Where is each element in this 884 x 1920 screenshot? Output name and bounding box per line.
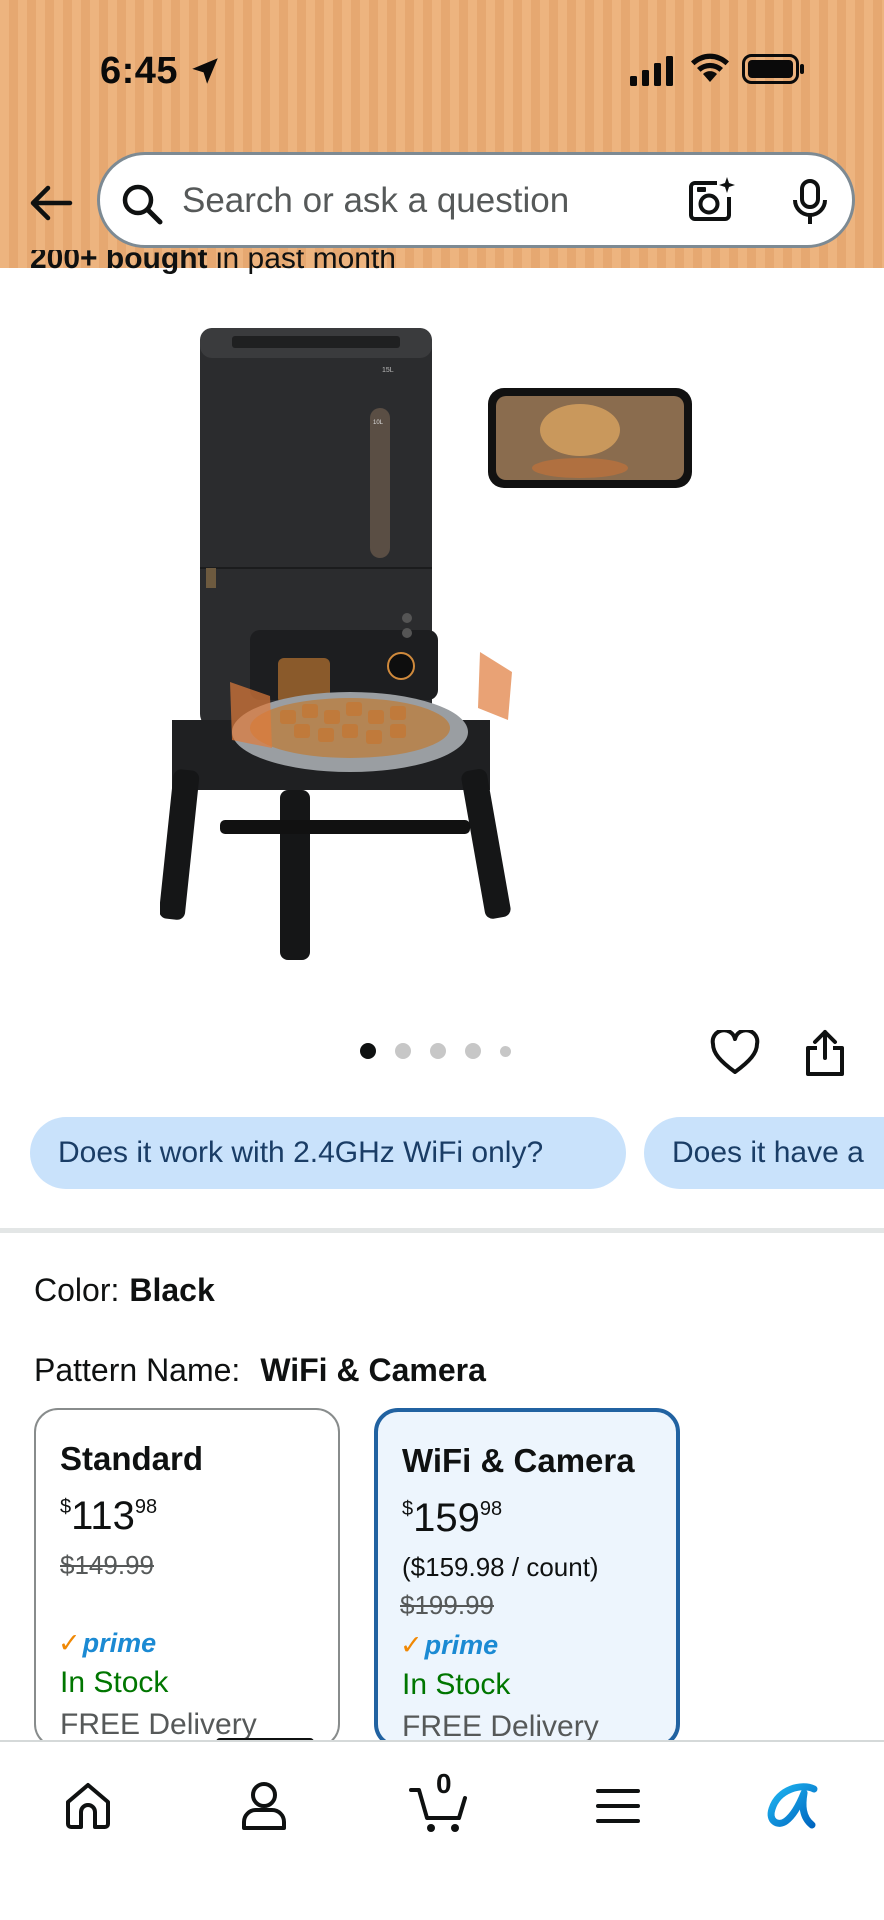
variant-card-wifi-camera[interactable]: WiFi & Camera $15998 ($159.98 / count) $… bbox=[374, 1408, 680, 1748]
question-chip[interactable]: Does it have a bbox=[644, 1117, 884, 1189]
share-icon[interactable] bbox=[800, 1028, 850, 1078]
status-time: 6:45 bbox=[100, 50, 179, 92]
battery-icon bbox=[742, 54, 804, 84]
image-carousel-dots[interactable] bbox=[360, 1043, 511, 1059]
carousel-dot[interactable] bbox=[395, 1043, 411, 1059]
variant-name: Standard bbox=[60, 1440, 204, 1477]
prime-check-icon: ✓ bbox=[58, 1628, 81, 1658]
back-arrow-icon[interactable] bbox=[26, 178, 76, 228]
product-image[interactable]: 15L 10L bbox=[160, 300, 720, 980]
svg-text:10L: 10L bbox=[373, 420, 384, 426]
search-icon bbox=[122, 184, 163, 225]
menu-icon bbox=[596, 1789, 640, 1823]
variant-list-price: $199.99 bbox=[400, 1590, 494, 1620]
bottom-nav: 0 bbox=[0, 1740, 884, 1920]
location-arrow-icon bbox=[192, 58, 218, 84]
color-value: Black bbox=[129, 1272, 215, 1308]
svg-text:15L: 15L bbox=[382, 367, 394, 374]
color-selection: Color: Black bbox=[34, 1272, 215, 1309]
section-divider bbox=[0, 1228, 884, 1233]
nav-account[interactable] bbox=[224, 1766, 304, 1846]
home-icon bbox=[66, 1783, 110, 1829]
variant-name: WiFi & Camera bbox=[402, 1442, 635, 1479]
rufus-icon bbox=[767, 1783, 818, 1829]
delivery-info: FREE Delivery bbox=[402, 1710, 599, 1743]
variant-list-price: $149.99 bbox=[60, 1550, 154, 1580]
color-label: Color: bbox=[34, 1272, 120, 1308]
camera-lens-icon[interactable] bbox=[687, 177, 735, 225]
wifi-icon bbox=[691, 53, 729, 82]
stock-status: In Stock bbox=[402, 1668, 511, 1701]
search-bar[interactable] bbox=[97, 152, 855, 248]
search-input[interactable] bbox=[182, 177, 742, 225]
bought-in-past-month: 200+ bought in past month bbox=[30, 250, 396, 275]
carousel-dot[interactable] bbox=[465, 1043, 481, 1059]
prime-badge: ✓prime bbox=[58, 1628, 157, 1658]
pattern-selection: Pattern Name: WiFi & Camera bbox=[34, 1352, 486, 1389]
delivery-info: FREE Delivery bbox=[60, 1708, 257, 1741]
prime-badge: ✓prime bbox=[400, 1630, 499, 1660]
cellular-signal-icon bbox=[630, 56, 673, 86]
top-header: 6:45 bbox=[0, 0, 884, 268]
variant-unit-price: ($159.98 / count) bbox=[402, 1552, 599, 1582]
carousel-dot[interactable] bbox=[430, 1043, 446, 1059]
prime-check-icon: ✓ bbox=[400, 1630, 423, 1660]
nav-rufus[interactable] bbox=[752, 1766, 832, 1846]
variant-price: $15998 bbox=[402, 1496, 503, 1540]
microphone-icon[interactable] bbox=[790, 178, 830, 226]
nav-cart[interactable]: 0 bbox=[400, 1766, 480, 1846]
variant-price: $11398 bbox=[60, 1494, 158, 1538]
account-icon bbox=[242, 1782, 286, 1830]
pattern-label: Pattern Name: bbox=[34, 1352, 241, 1388]
variant-card-standard[interactable]: Standard $11398 $149.99 ✓prime In Stock … bbox=[34, 1408, 340, 1748]
nav-home[interactable] bbox=[48, 1766, 128, 1846]
heart-icon[interactable] bbox=[710, 1030, 760, 1076]
pattern-value: WiFi & Camera bbox=[260, 1352, 486, 1388]
question-chip[interactable]: Does it work with 2.4GHz WiFi only? bbox=[30, 1117, 626, 1189]
carousel-dot[interactable] bbox=[500, 1045, 511, 1057]
stock-status: In Stock bbox=[60, 1666, 169, 1699]
cart-count: 0 bbox=[436, 1768, 452, 1799]
nav-menu[interactable] bbox=[578, 1766, 658, 1846]
carousel-dot[interactable] bbox=[360, 1043, 376, 1059]
